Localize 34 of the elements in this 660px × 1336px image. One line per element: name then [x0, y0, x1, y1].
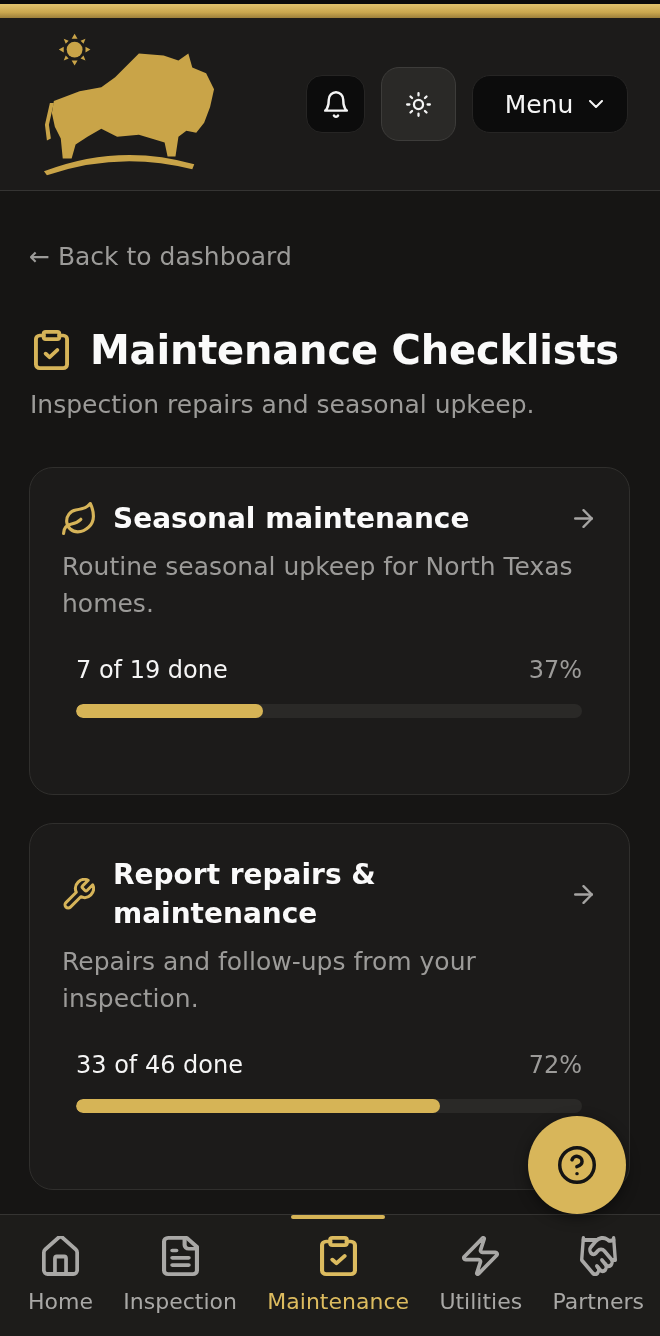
- menu-button[interactable]: Menu: [472, 75, 628, 133]
- checklist-title: Seasonal maintenance: [113, 501, 471, 537]
- theme-toggle-button[interactable]: [381, 67, 456, 141]
- progress-percent: 72%: [528, 1050, 582, 1080]
- bell-icon: [323, 90, 348, 118]
- leaf-icon: [62, 502, 95, 535]
- checklist-description: Routine seasonal upkeep for North Texas homes.: [62, 551, 574, 620]
- nav-tab[interactable]: Home: [28, 1219, 93, 1315]
- question-circle-icon: [558, 1146, 596, 1184]
- progress-percent: 37%: [528, 655, 582, 685]
- nav-tab[interactable]: Partners: [552, 1219, 644, 1315]
- sun-icon: [406, 91, 431, 117]
- nav-tab[interactable]: Maintenance: [267, 1219, 409, 1315]
- checklist-title: Report repairs & maintenance: [113, 857, 377, 932]
- back-link[interactable]: ← Back to dashboard: [29, 242, 292, 272]
- nav-tab[interactable]: Inspection: [123, 1219, 237, 1315]
- handshake-icon: [579, 1236, 617, 1276]
- clipboard-check-icon: [319, 1236, 357, 1276]
- checklist-card[interactable]: Report repairs & maintenance Repairs and follow-ups from your inspection. 33 of 46 done 72%: [29, 823, 630, 1190]
- progress-count: 7 of 19 done: [76, 655, 228, 685]
- lightning-icon: [462, 1236, 500, 1276]
- nav-tab[interactable]: Utilities: [439, 1219, 523, 1315]
- wrench-icon: [62, 877, 95, 911]
- checklist-card[interactable]: Seasonal maintenance Routine seasonal upkeep for North Texas homes. 7 of 19 done 37%: [29, 467, 630, 795]
- page-title: Maintenance Checklists: [90, 326, 619, 374]
- clipboard-check-icon: [34, 330, 69, 370]
- chevron-down-icon: [589, 100, 604, 108]
- checklist-description: Repairs and follow-ups from your inspection.: [62, 946, 477, 1015]
- progress-count: 33 of 46 done: [76, 1050, 243, 1080]
- notifications-button[interactable]: [306, 75, 365, 133]
- page-subtitle: Inspection repairs and seasonal upkeep.: [30, 390, 536, 420]
- house-icon: [42, 1236, 79, 1276]
- document-icon: [161, 1236, 199, 1276]
- arrow-right-icon: [574, 884, 593, 904]
